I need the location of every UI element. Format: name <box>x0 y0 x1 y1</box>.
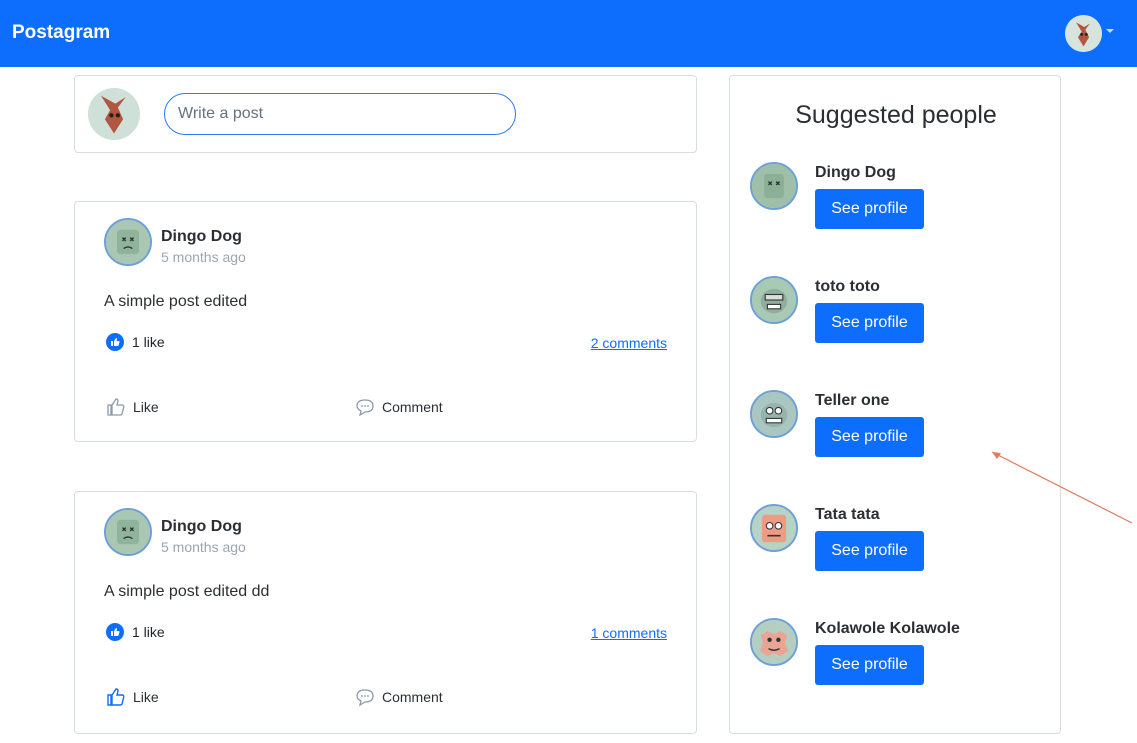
like-count-text: 1 like <box>132 334 165 350</box>
person-name[interactable]: Teller one <box>815 392 889 410</box>
see-profile-button[interactable]: See profile <box>815 417 924 457</box>
like-filled-icon <box>106 623 124 641</box>
comment-button[interactable]: Comment <box>355 397 443 417</box>
suggested-person: Dingo Dog See profile <box>750 162 1050 232</box>
post-body-text: A simple post edited <box>104 293 248 310</box>
comments-count-link[interactable]: 1 comments <box>591 625 667 641</box>
suggested-person: Kolawole Kolawole See profile <box>750 618 1050 688</box>
see-profile-button[interactable]: See profile <box>815 531 924 571</box>
person-name[interactable]: Dingo Dog <box>815 164 896 182</box>
post-author-name[interactable]: Dingo Dog <box>161 228 242 246</box>
person-avatar-icon[interactable] <box>750 618 798 666</box>
person-avatar-icon[interactable] <box>750 276 798 324</box>
post-author-name[interactable]: Dingo Dog <box>161 518 242 536</box>
person-avatar-icon[interactable] <box>750 390 798 438</box>
see-profile-button[interactable]: See profile <box>815 645 924 685</box>
like-button[interactable]: Like <box>106 397 159 417</box>
compose-card <box>74 75 697 153</box>
chevron-down-icon[interactable] <box>1106 29 1114 33</box>
thumbs-up-icon <box>107 398 125 416</box>
suggested-people-panel: Suggested people Dingo Dog See profile t… <box>729 75 1061 734</box>
like-count: 1 like <box>106 333 165 351</box>
person-name[interactable]: Kolawole Kolawole <box>815 620 960 638</box>
suggested-person: toto toto See profile <box>750 276 1050 346</box>
comment-icon <box>356 689 374 707</box>
like-button-label: Like <box>133 399 159 415</box>
write-post-input[interactable] <box>164 93 516 135</box>
comment-button-label: Comment <box>382 689 443 705</box>
like-count-text: 1 like <box>132 624 165 640</box>
author-avatar-icon[interactable] <box>104 508 152 556</box>
author-avatar-icon[interactable] <box>104 218 152 266</box>
thumbs-up-icon <box>107 688 125 706</box>
suggested-people-title: Suggested people <box>795 101 997 129</box>
post-card: Dingo Dog 5 months ago A simple post edi… <box>74 491 697 734</box>
person-avatar-icon[interactable] <box>750 504 798 552</box>
post-timestamp: 5 months ago <box>161 539 246 555</box>
person-name[interactable]: Tata tata <box>815 506 880 524</box>
post-body-text: A simple post edited dd <box>104 583 270 600</box>
like-button-label: Like <box>133 689 159 705</box>
comment-button-label: Comment <box>382 399 443 415</box>
annotation-arrow-icon <box>991 451 1133 524</box>
like-count: 1 like <box>106 623 165 641</box>
user-avatar-icon[interactable] <box>1065 15 1102 52</box>
see-profile-button[interactable]: See profile <box>815 189 924 229</box>
post-timestamp: 5 months ago <box>161 249 246 265</box>
like-filled-icon <box>106 333 124 351</box>
top-navbar: Postagram <box>0 0 1137 67</box>
brand-logo-text[interactable]: Postagram <box>12 22 110 44</box>
see-profile-button[interactable]: See profile <box>815 303 924 343</box>
comments-count-link[interactable]: 2 comments <box>591 335 667 351</box>
comment-button[interactable]: Comment <box>355 687 443 707</box>
person-avatar-icon[interactable] <box>750 162 798 210</box>
like-button[interactable]: Like <box>106 687 159 707</box>
post-card: Dingo Dog 5 months ago A simple post edi… <box>74 201 697 442</box>
person-name[interactable]: toto toto <box>815 278 880 296</box>
compose-avatar-icon <box>88 88 140 140</box>
comment-icon <box>356 399 374 417</box>
